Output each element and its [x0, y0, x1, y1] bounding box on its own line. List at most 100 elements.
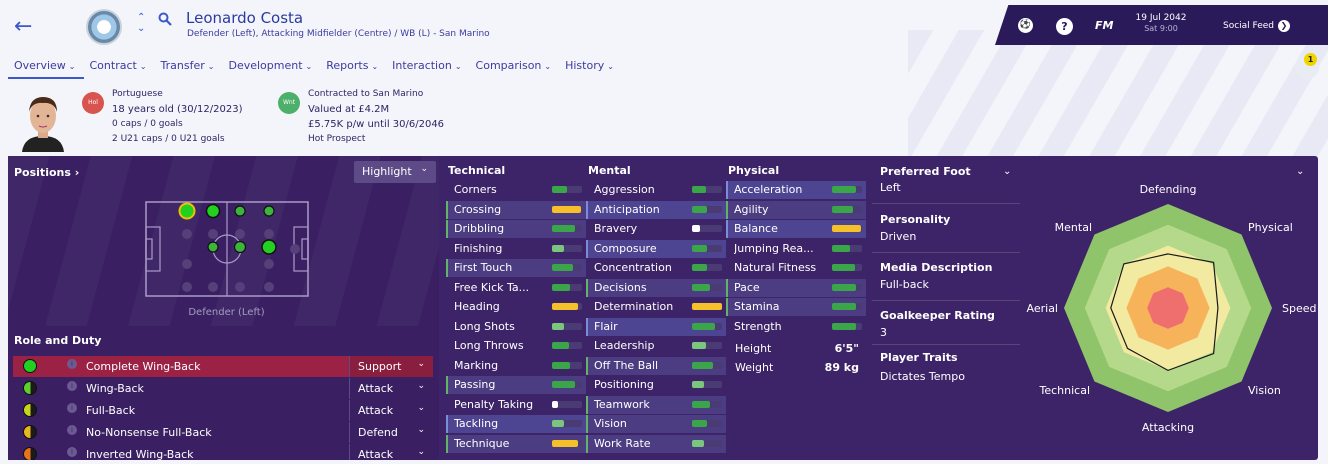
attribute-row[interactable]: Stamina [726, 298, 866, 316]
attribute-row[interactable]: Agility [726, 200, 866, 219]
club-crest-icon[interactable] [86, 9, 122, 45]
attribute-bar-fill [692, 225, 700, 232]
radar-label: Defending [1140, 183, 1197, 196]
role-name: Complete Wing-Back [86, 360, 201, 373]
attribute-row[interactable]: Corners [448, 181, 586, 199]
attribute-row[interactable]: Off The Ball [586, 356, 726, 375]
tab-comparison[interactable]: Comparison ⌄ [470, 59, 560, 79]
attribute-row[interactable]: Passing [446, 376, 586, 394]
social-feed-button[interactable]: Social Feed ❯ [1223, 20, 1291, 32]
attribute-bar [692, 283, 722, 291]
attribute-row[interactable]: Finishing [448, 240, 586, 258]
duty-dropdown[interactable]: Attack ⌄ [349, 400, 433, 421]
attribute-row[interactable]: Bravery [588, 220, 726, 238]
attribute-row[interactable]: Jumping Rea... [728, 240, 866, 258]
attribute-bar-fill [692, 400, 710, 408]
attribute-bar [832, 205, 862, 213]
details-chevron-down-icon[interactable]: ⌄ [1003, 166, 1011, 177]
role-name: Inverted Wing-Back [86, 448, 194, 460]
attribute-row[interactable]: Determination [588, 298, 726, 316]
role-row[interactable]: i Full-Back Attack ⌄ [13, 400, 427, 421]
attribute-row[interactable]: Crossing [446, 200, 586, 219]
tab-contract[interactable]: Contract ⌄ [84, 59, 155, 79]
attribute-row[interactable]: Vision [586, 415, 726, 433]
role-row[interactable]: i No-Nonsense Full-Back Defend ⌄ [13, 422, 427, 443]
duty-dropdown[interactable]: Attack ⌄ [349, 378, 433, 399]
player-trait-item: Dictates Tempo [880, 370, 965, 383]
attribute-row[interactable]: Concentration [588, 259, 726, 277]
tab-history[interactable]: History ⌄ [559, 59, 622, 79]
attribute-row[interactable]: Strength [728, 318, 866, 336]
attribute-row[interactable]: Flair [586, 317, 726, 336]
attribute-row[interactable]: Leadership [588, 337, 726, 355]
role-row[interactable]: i Wing-Back Attack ⌄ [13, 378, 427, 399]
match-ball-icon[interactable]: ⚽ [1018, 18, 1033, 33]
duty-label: Attack [358, 448, 394, 460]
attribute-row[interactable]: Penalty Taking [448, 396, 586, 414]
attribute-row[interactable]: Teamwork [586, 395, 726, 414]
nationality[interactable]: Portuguese [112, 89, 242, 104]
contract-club[interactable]: Contracted to San Marino [308, 89, 444, 104]
attribute-row[interactable]: Work Rate [586, 434, 726, 453]
tab-reports[interactable]: Reports ⌄ [320, 59, 386, 79]
attribute-row[interactable]: Acceleration [726, 181, 866, 199]
tab-interaction[interactable]: Interaction ⌄ [386, 59, 469, 79]
duty-dropdown[interactable]: Attack ⌄ [349, 444, 433, 460]
attribute-bar-fill [832, 186, 856, 193]
u21-caps: 2 U21 caps / 0 U21 goals [112, 134, 225, 144]
attribute-name: Natural Fitness [734, 261, 817, 274]
attribute-bar-fill [692, 283, 710, 291]
duty-dropdown[interactable]: Defend ⌄ [349, 422, 433, 443]
role-suitability-icon [23, 425, 37, 439]
game-date[interactable]: 19 Jul 2042 Sat 9:00 [1135, 13, 1187, 33]
prev-next-player-icon[interactable]: ⌃ ⌄ [137, 12, 145, 34]
attribute-bar-fill [692, 205, 707, 213]
info-icon[interactable]: i [67, 447, 77, 457]
highlight-dropdown[interactable]: Highlight ⌄ [354, 161, 436, 183]
attribute-row[interactable]: Aggression [588, 181, 726, 199]
tab-transfer[interactable]: Transfer ⌄ [155, 59, 223, 79]
attribute-bar-fill [552, 303, 578, 310]
role-row[interactable]: i Inverted Wing-Back Attack ⌄ [13, 444, 427, 460]
role-row[interactable]: i Complete Wing-Back Support ⌄ [13, 356, 433, 377]
attribute-row[interactable]: Tackling [446, 415, 586, 433]
attribute-row[interactable]: Pace [726, 278, 866, 297]
contract-info: Contracted to San Marino Valued at £4.2M… [308, 89, 444, 149]
attribute-row[interactable]: Balance [726, 220, 866, 238]
attribute-row[interactable]: First Touch [446, 259, 586, 277]
wnt-badge-icon: Wnt [278, 92, 300, 114]
back-arrow-icon[interactable]: ← [14, 14, 32, 39]
attribute-row[interactable]: Marking [448, 357, 586, 375]
search-icon[interactable] [158, 12, 172, 26]
attribute-bar-fill [552, 342, 569, 349]
attribute-bar [552, 225, 582, 232]
info-icon[interactable]: i [67, 359, 77, 369]
attribute-row[interactable]: Natural Fitness [728, 259, 866, 277]
info-icon[interactable]: i [67, 381, 77, 391]
attribute-row[interactable]: Dribbling [446, 220, 586, 238]
attribute-row[interactable]: Heading [448, 298, 586, 316]
radar-label: Attacking [1142, 421, 1194, 434]
attribute-row[interactable]: Long Throws [448, 337, 586, 355]
tab-overview[interactable]: Overview ⌄ [8, 59, 84, 79]
info-icon[interactable]: i [67, 425, 77, 435]
info-icon[interactable]: i [67, 403, 77, 413]
radar-label: Vision [1248, 384, 1281, 397]
fm-logo[interactable]: FM [1095, 19, 1113, 32]
attribute-row[interactable]: Long Shots [448, 318, 586, 336]
age: 18 years old (30/12/2023) [112, 104, 243, 115]
attribute-row[interactable]: Technique [446, 434, 586, 453]
positions-title[interactable]: Positions › [14, 166, 79, 179]
notification-icon[interactable]: 1 [1295, 53, 1319, 79]
duty-dropdown[interactable]: Support ⌄ [349, 356, 433, 377]
attribute-row[interactable]: Decisions [586, 278, 726, 297]
pitch-diagram [145, 201, 309, 297]
tab-development[interactable]: Development ⌄ [222, 59, 320, 79]
attribute-row[interactable]: Positioning [588, 376, 726, 394]
help-icon[interactable]: ? [1056, 18, 1073, 35]
attribute-row[interactable]: Anticipation [586, 200, 726, 219]
attribute-row[interactable]: Free Kick Ta... [448, 279, 586, 297]
attribute-row[interactable]: Composure [586, 239, 726, 258]
technical-heading: Technical [448, 164, 506, 177]
chevron-down-icon: ⌄ [371, 62, 379, 71]
